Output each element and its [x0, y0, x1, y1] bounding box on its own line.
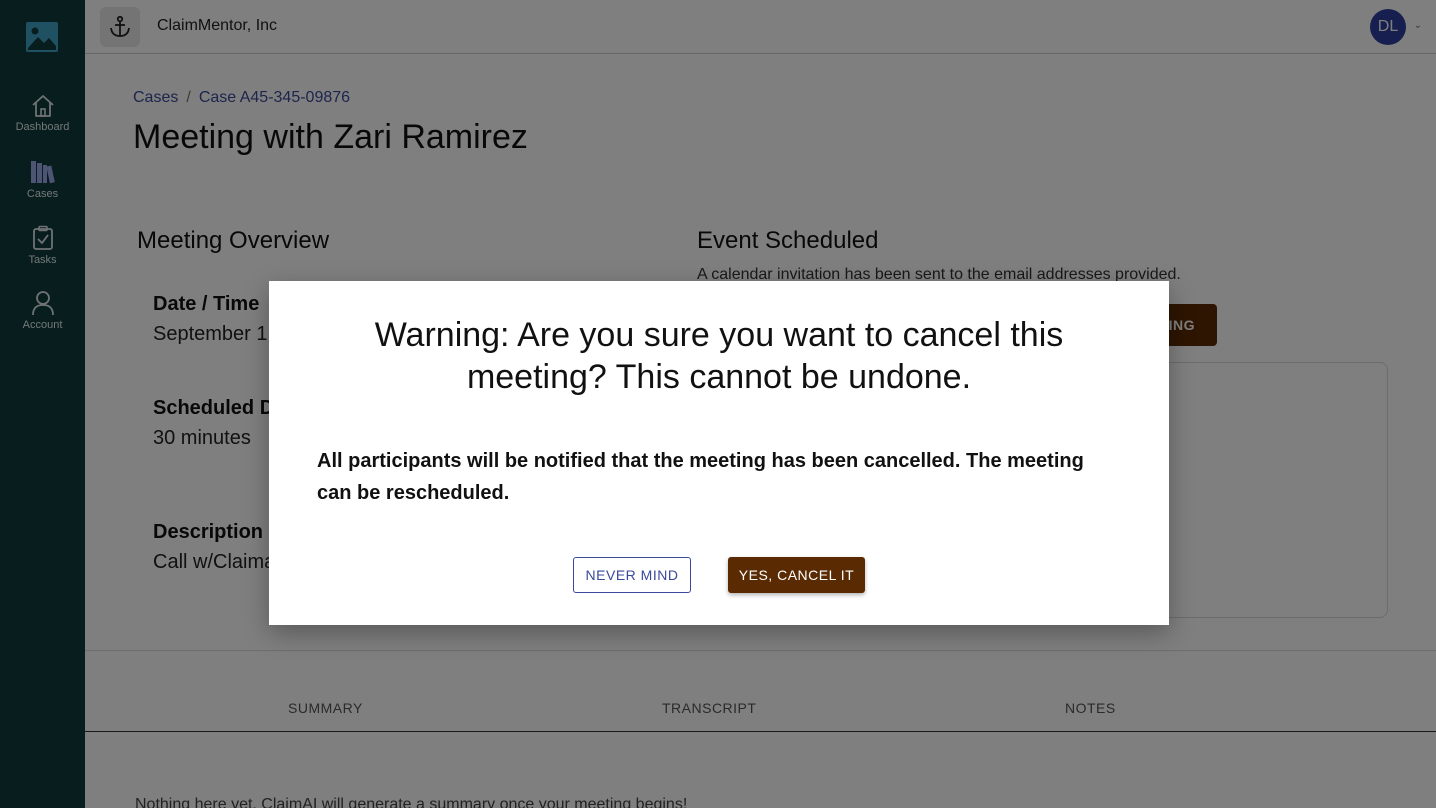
cancel-meeting-dialog: Warning: Are you sure you want to cancel… — [269, 281, 1169, 625]
confirm-cancel-button[interactable]: YES, CANCEL IT — [728, 557, 865, 593]
dialog-body: All participants will be notified that t… — [317, 450, 1084, 504]
dialog-title: Warning: Are you sure you want to cancel… — [374, 316, 1064, 396]
never-mind-button[interactable]: NEVER MIND — [573, 557, 691, 593]
